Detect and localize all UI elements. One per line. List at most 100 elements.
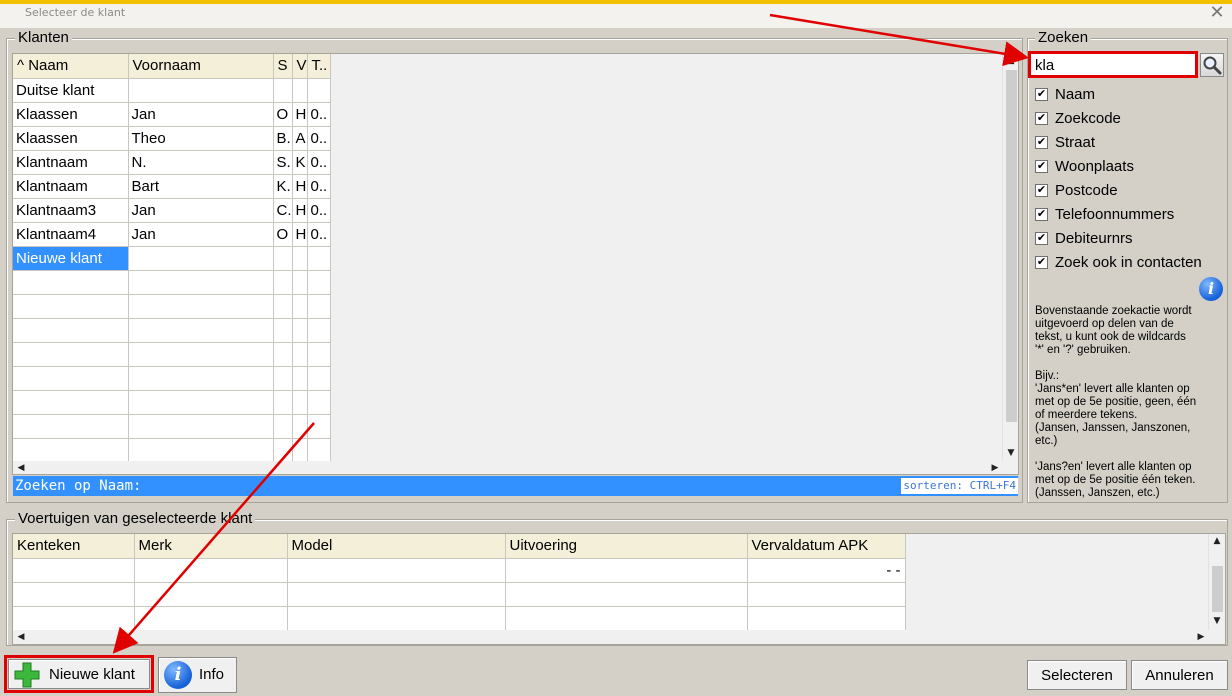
- customer-row[interactable]: Klantnaam N. S. K 0..: [13, 150, 331, 175]
- checkbox[interactable]: ✔: [1035, 88, 1048, 101]
- customer-cell: [13, 366, 129, 391]
- customer-cell: C.: [273, 198, 293, 223]
- vehicle-grid[interactable]: Kenteken Merk Model Uitvoering Vervaldatum A…: [12, 533, 1226, 645]
- customer-column-header[interactable]: Voornaam: [128, 54, 274, 79]
- customer-cell: [128, 342, 274, 367]
- customer-cell: [292, 342, 308, 367]
- customer-column-header[interactable]: V: [292, 54, 308, 79]
- info-icon[interactable]: i: [1199, 277, 1223, 301]
- search-option-label: Telefoonnummers: [1055, 206, 1175, 223]
- help-line: (Jansen, Janssen, Janszonen,: [1035, 422, 1191, 434]
- customer-vertical-scrollbar[interactable]: ▲ ▼: [1002, 54, 1018, 462]
- customer-cell: [273, 294, 293, 319]
- scroll-left-icon[interactable]: ◀: [13, 461, 29, 474]
- help-line: tekst, u kunt ook de wildcards: [1035, 331, 1186, 343]
- customer-cell: N.: [128, 150, 274, 175]
- help-line: etc.): [1035, 435, 1058, 447]
- vehicle-vertical-scrollbar[interactable]: ▲ ▼: [1208, 534, 1225, 630]
- scroll-right-icon[interactable]: ▶: [1193, 630, 1209, 644]
- vehicle-cell: [747, 606, 906, 631]
- customer-cell: [273, 318, 293, 343]
- checkbox[interactable]: ✔: [1035, 112, 1048, 125]
- search-input[interactable]: [1033, 55, 1193, 75]
- scroll-right-icon[interactable]: ▶: [987, 461, 1003, 474]
- cancel-button[interactable]: Annuleren: [1131, 660, 1228, 690]
- customer-row[interactable]: Klaassen Jan O H 0..: [13, 102, 331, 127]
- customer-column-header[interactable]: ^ Naam: [13, 54, 129, 79]
- customer-cell: [292, 246, 308, 271]
- customer-cell: [307, 414, 331, 439]
- vehicle-cell: [13, 558, 135, 583]
- vehicle-row[interactable]: [13, 582, 906, 607]
- customer-cell: [13, 270, 129, 295]
- vehicle-cell: [134, 606, 288, 631]
- vehicle-column-header[interactable]: Merk: [134, 534, 288, 559]
- customer-cell: S.: [273, 150, 293, 175]
- customer-column-header[interactable]: S: [273, 54, 293, 79]
- customer-cell: [292, 294, 308, 319]
- vehicle-column-header[interactable]: Model: [287, 534, 506, 559]
- customer-empty-row: [13, 318, 331, 343]
- vehicle-horizontal-scrollbar[interactable]: ◀ ▶: [13, 630, 1225, 644]
- search-button[interactable]: [1200, 53, 1224, 77]
- select-button[interactable]: Selecteren: [1027, 660, 1127, 690]
- vehicle-cell: - -: [747, 558, 906, 583]
- customer-cell: O: [273, 222, 293, 247]
- customer-column-header[interactable]: T..: [307, 54, 331, 79]
- new-customer-button[interactable]: Nieuwe klant: [8, 659, 150, 689]
- vehicle-column-header[interactable]: Uitvoering: [505, 534, 748, 559]
- customer-row[interactable]: Klantnaam4 Jan O H 0..: [13, 222, 331, 247]
- vehicle-row[interactable]: - -: [13, 558, 906, 583]
- scroll-down-icon[interactable]: ▼: [1003, 446, 1018, 460]
- customer-cell: [273, 414, 293, 439]
- customer-cell: [13, 342, 129, 367]
- vehicle-cell: [505, 606, 748, 631]
- customer-cell: [292, 438, 308, 463]
- scroll-thumb[interactable]: [1212, 566, 1223, 612]
- checkbox[interactable]: ✔: [1035, 256, 1048, 269]
- customer-grid[interactable]: ^ Naam Voornaam S V T.. Duitse klant Klaassen…: [12, 53, 1019, 475]
- vehicle-row[interactable]: [13, 606, 906, 631]
- customer-cell: [292, 414, 308, 439]
- checkbox[interactable]: ✔: [1035, 184, 1048, 197]
- checkbox[interactable]: ✔: [1035, 160, 1048, 173]
- customer-cell: H: [292, 198, 308, 223]
- customer-empty-row: [13, 438, 331, 463]
- checkbox[interactable]: ✔: [1035, 208, 1048, 221]
- scroll-down-icon[interactable]: ▼: [1209, 614, 1225, 628]
- customer-cell: [128, 294, 274, 319]
- customer-cell: Jan: [128, 222, 274, 247]
- customer-row[interactable]: Nieuwe klant: [13, 246, 331, 271]
- info-button[interactable]: i Info: [158, 657, 237, 693]
- vehicle-table-header: Kenteken Merk Model Uitvoering Vervaldatum A…: [13, 534, 906, 559]
- search-input-highlight: [1028, 51, 1198, 78]
- customer-cell: Klantnaam: [13, 150, 129, 175]
- help-line: (Janssen, Janszen, etc.): [1035, 487, 1160, 499]
- vehicle-column-header[interactable]: Vervaldatum APK: [747, 534, 906, 559]
- customer-row[interactable]: Duitse klant: [13, 78, 331, 103]
- customer-cell: [128, 366, 274, 391]
- close-icon[interactable]: ✕: [1207, 3, 1227, 23]
- checkbox[interactable]: ✔: [1035, 232, 1048, 245]
- customer-horizontal-scrollbar[interactable]: ◀ ▶: [13, 461, 1018, 474]
- customer-row[interactable]: Klantnaam3 Jan C. H 0..: [13, 198, 331, 223]
- checkbox[interactable]: ✔: [1035, 136, 1048, 149]
- search-option-label: Woonplaats: [1055, 158, 1134, 175]
- scroll-left-icon[interactable]: ◀: [13, 630, 29, 644]
- customer-cell: [307, 294, 331, 319]
- customer-row[interactable]: Klaassen Theo B. A 0..: [13, 126, 331, 151]
- vehicle-column-header[interactable]: Kenteken: [13, 534, 135, 559]
- customer-row[interactable]: Klantnaam Bart K. H 0..: [13, 174, 331, 199]
- cancel-label: Annuleren: [1145, 667, 1214, 684]
- select-label: Selecteren: [1041, 667, 1113, 684]
- scroll-up-icon[interactable]: ▲: [1209, 534, 1225, 548]
- customer-cell: K: [292, 150, 308, 175]
- customer-cell: H: [292, 222, 308, 247]
- scroll-thumb[interactable]: [1006, 70, 1017, 422]
- customer-cell: [307, 342, 331, 367]
- customer-cell: A: [292, 126, 308, 151]
- customer-cell: [13, 414, 129, 439]
- customer-cell: Klantnaam: [13, 174, 129, 199]
- scroll-up-icon[interactable]: ▲: [1003, 54, 1018, 68]
- customer-cell: [128, 246, 274, 271]
